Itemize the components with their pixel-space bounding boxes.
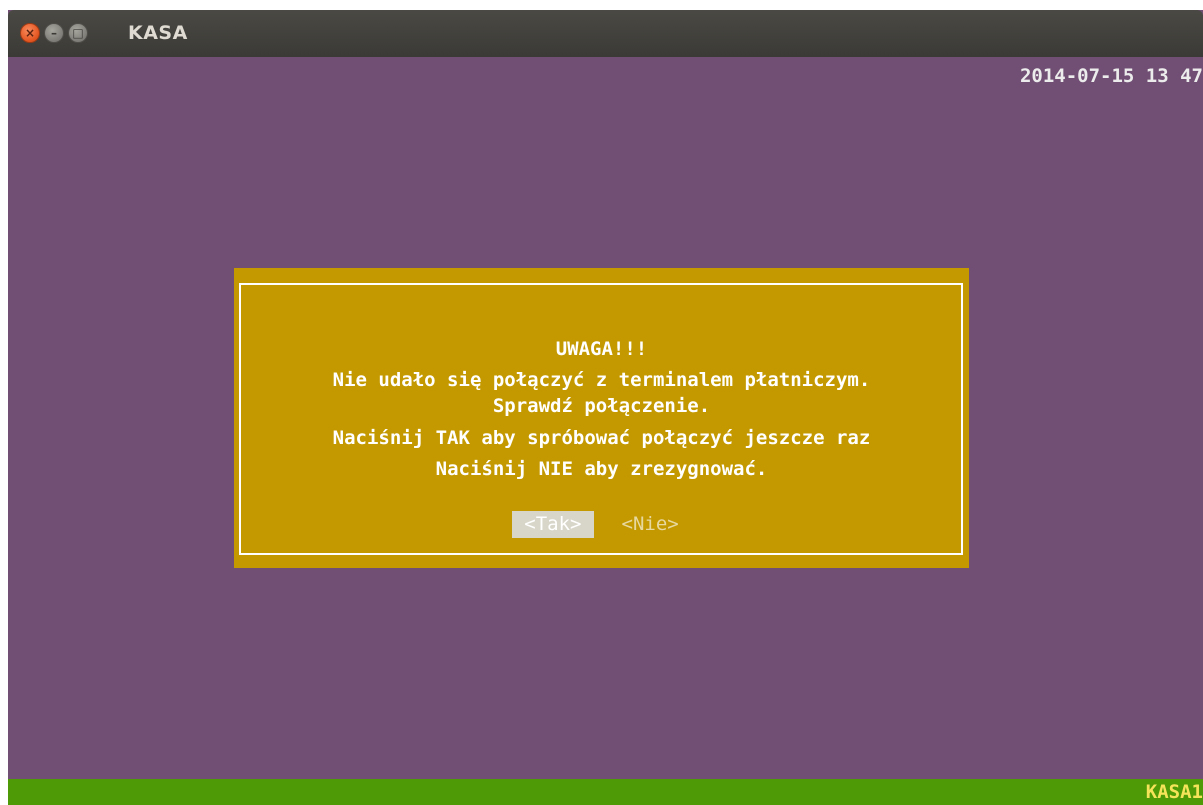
- minimize-icon[interactable]: –: [44, 23, 64, 43]
- status-bar: KASA1: [8, 779, 1203, 805]
- dialog-message-line: Nie udało się połączyć z terminalem płat…: [332, 369, 871, 391]
- maximize-icon[interactable]: □: [68, 23, 88, 43]
- no-button[interactable]: <Nie>: [610, 511, 691, 538]
- dialog-title: UWAGA!!!: [555, 338, 648, 360]
- terminal-screen: 2014-07-15 13 47 UWAGA!!! Nie udało się …: [8, 57, 1203, 805]
- connection-error-dialog: UWAGA!!! Nie udało się połączyć z termin…: [234, 268, 969, 568]
- station-label: KASA1: [1145, 781, 1203, 803]
- dialog-message-line: Naciśnij NIE aby zrezygnować.: [435, 458, 768, 480]
- dialog-buttons: <Tak> <Nie>: [234, 511, 969, 538]
- datetime-display: 2014-07-15 13 47: [1019, 65, 1203, 87]
- terminal-window: × – □ KASA 2014-07-15 13 47 UWAGA!!! Nie…: [8, 10, 1203, 805]
- close-icon[interactable]: ×: [20, 23, 40, 43]
- yes-button[interactable]: <Tak>: [512, 511, 594, 538]
- window-title: KASA: [128, 22, 188, 44]
- window-titlebar[interactable]: × – □ KASA: [8, 10, 1203, 57]
- dialog-message-line: Naciśnij TAK aby spróbować połączyć jesz…: [332, 427, 871, 449]
- dialog-message-line: Sprawdź połączenie.: [492, 395, 711, 417]
